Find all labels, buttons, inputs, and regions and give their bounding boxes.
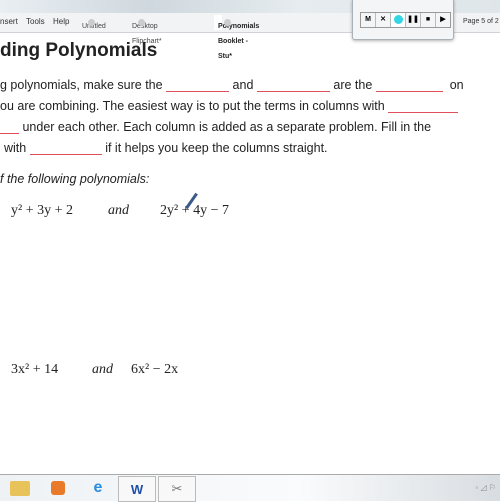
internet-explorer-icon[interactable]: e: [80, 476, 116, 500]
page-indicator: Page 5 of 2: [463, 18, 499, 25]
text-line: with if it helps you keep the columns st…: [4, 141, 328, 155]
mute-button[interactable]: M: [361, 13, 376, 27]
blank: [166, 79, 230, 92]
problem-2-a: 3x² + 14: [11, 362, 59, 377]
close-icon[interactable]: [138, 19, 145, 26]
media-player-icon[interactable]: [40, 476, 76, 500]
problem-1-a: y² + 3y + 2: [11, 203, 73, 218]
blank: [388, 100, 459, 113]
menu-insert[interactable]: nsert: [0, 17, 18, 26]
menu-help[interactable]: Help: [53, 17, 69, 26]
record-icon: [393, 14, 403, 24]
blank: [375, 79, 443, 92]
taskbar: e W ✂ ◦ ◿ ⚐: [0, 474, 500, 502]
menu-tools[interactable]: Tools: [26, 17, 45, 26]
stop-button[interactable]: ■: [421, 13, 436, 27]
text-line: g polynomials, make sure the and are the…: [0, 78, 464, 92]
system-tray[interactable]: ◦ ◿ ⚐: [475, 483, 496, 492]
word-icon[interactable]: W: [118, 476, 156, 502]
folder-icon[interactable]: [2, 476, 38, 500]
pause-button[interactable]: ❚❚: [406, 13, 421, 27]
problem-1-and: and: [108, 203, 129, 218]
instruction: f the following polynomials:: [0, 172, 150, 186]
blank: [29, 142, 102, 155]
cancel-button[interactable]: ✕: [376, 13, 391, 27]
tab-polynomials-booklet[interactable]: Polynomials Booklet -Stu*: [214, 15, 259, 60]
problem-2-and: and: [92, 362, 113, 377]
close-icon[interactable]: [224, 19, 231, 26]
snipping-tool-icon[interactable]: ✂: [158, 476, 196, 502]
blank: [0, 121, 19, 134]
text-line: under each other. Each column is added a…: [0, 120, 431, 134]
play-button[interactable]: ▶: [436, 13, 450, 27]
close-icon[interactable]: [88, 19, 95, 26]
problem-1-b: 2y² + 4y − 7: [160, 203, 229, 218]
problem-2-b: 6x² − 2x: [131, 362, 179, 377]
page-title: ding Polynomials: [0, 40, 158, 61]
text-line: ou are combining. The easiest way is to …: [0, 99, 459, 113]
recorder-widget: M ✕ ❚❚ ■ ▶: [352, 0, 454, 40]
blank: [256, 79, 330, 92]
record-button[interactable]: [391, 13, 406, 27]
